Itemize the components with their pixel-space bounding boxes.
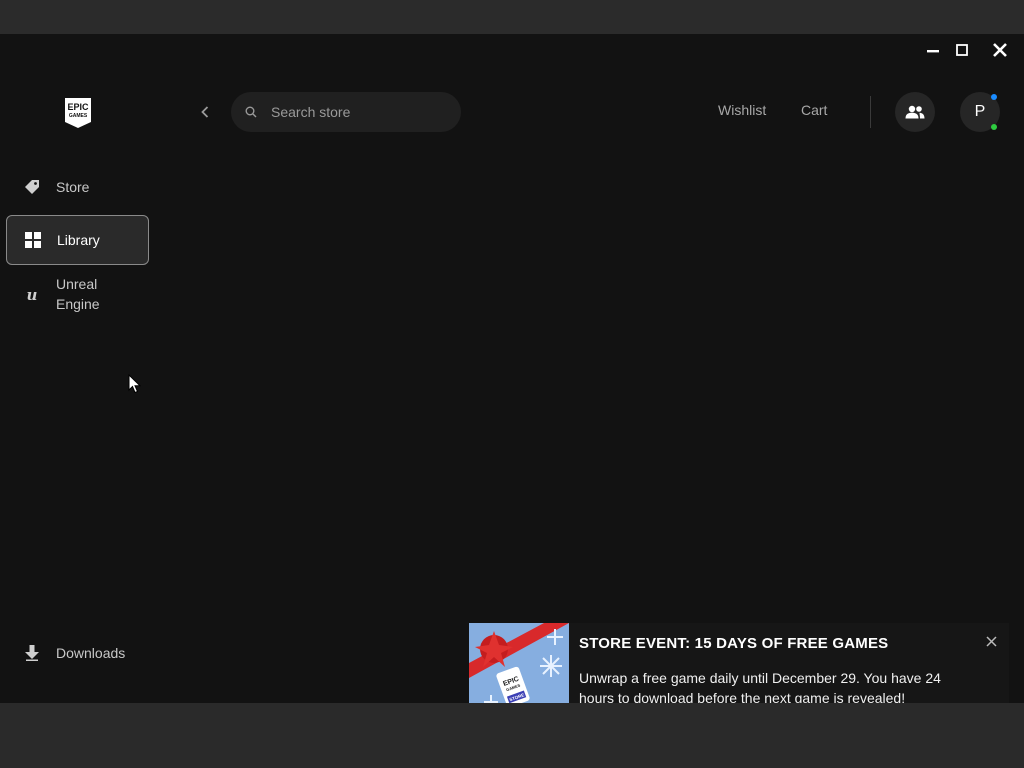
notification-body: Unwrap a free game daily until December … — [579, 670, 941, 706]
logo-text-line1: EPIC — [67, 102, 89, 112]
launcher-window: EPIC GAMES Store Library u Unreal Engine… — [0, 34, 1024, 723]
notification-badge — [991, 94, 997, 100]
sidebar-item-downloads[interactable]: Downloads — [6, 640, 149, 666]
mouse-cursor-icon — [128, 374, 142, 394]
top-screen-strip — [0, 0, 1024, 34]
notification-close-button[interactable] — [981, 631, 1001, 651]
search-icon — [245, 106, 257, 118]
download-icon — [22, 643, 42, 663]
logo-text-line2: GAMES — [69, 113, 88, 119]
grid-icon — [23, 230, 43, 250]
tag-icon — [22, 177, 42, 197]
epic-games-logo[interactable]: EPIC GAMES — [64, 97, 92, 129]
bottom-screen-strip — [0, 703, 1024, 768]
header-divider — [870, 96, 871, 128]
friends-button[interactable] — [895, 92, 935, 132]
minimize-button[interactable] — [918, 34, 948, 66]
unreal-icon: u — [22, 284, 42, 304]
maximize-button[interactable] — [947, 34, 977, 66]
sidebar-item-label: Library — [57, 232, 100, 248]
close-icon — [993, 43, 1007, 57]
notification-title: STORE EVENT: 15 DAYS OF FREE GAMES — [579, 635, 889, 652]
back-button[interactable] — [194, 100, 216, 124]
online-status-indicator — [991, 124, 997, 130]
sidebar-item-label: Store — [56, 179, 90, 195]
sidebar-item-store[interactable]: Store — [6, 174, 149, 200]
minimize-icon — [927, 50, 939, 53]
wishlist-link[interactable]: Wishlist — [718, 102, 766, 118]
chevron-left-icon — [201, 106, 209, 118]
sidebar-item-label: Unreal Engine — [56, 276, 100, 312]
sidebar-item-label: Downloads — [56, 645, 126, 661]
close-icon — [985, 635, 997, 647]
maximize-icon — [956, 44, 968, 56]
sidebar-item-unreal-engine[interactable]: u Unreal Engine — [6, 272, 149, 316]
friends-icon — [905, 105, 925, 119]
search-bar[interactable] — [231, 92, 461, 132]
cart-link[interactable]: Cart — [801, 102, 827, 118]
search-input[interactable] — [271, 104, 441, 120]
svg-text:u: u — [27, 286, 38, 302]
close-button[interactable] — [985, 34, 1015, 66]
sidebar-item-library[interactable]: Library — [6, 215, 149, 265]
